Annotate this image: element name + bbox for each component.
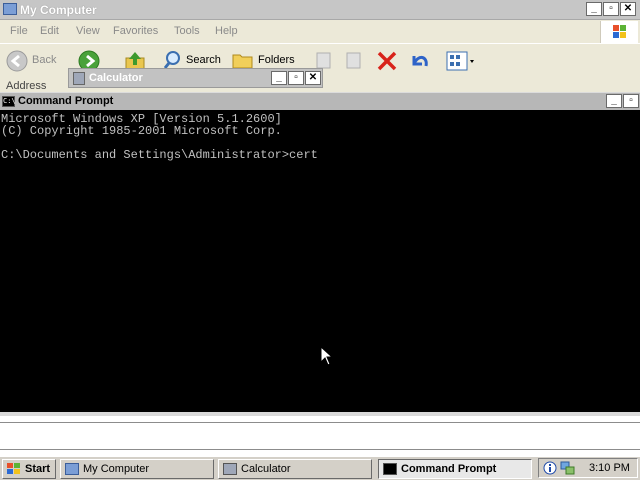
background-window-area [0, 412, 640, 456]
folders-icon[interactable] [232, 51, 254, 69]
search-icon[interactable] [164, 50, 184, 70]
my-computer-icon [65, 463, 79, 475]
delete-icon[interactable] [376, 50, 398, 72]
command-prompt-title: Command Prompt [18, 95, 114, 107]
calculator-titlebar[interactable]: Calculator _ ▫ ✕ [68, 68, 323, 88]
cmd-icon [383, 463, 397, 475]
search-label[interactable]: Search [186, 54, 221, 66]
address-label: Address [6, 80, 47, 92]
windows-logo-icon [613, 25, 626, 38]
undo-icon[interactable] [408, 50, 430, 72]
maximize-button[interactable]: ▫ [603, 2, 619, 16]
menu-edit[interactable]: Edit [40, 25, 59, 37]
taskbar-item-label: Calculator [241, 463, 291, 475]
back-arrow-icon[interactable] [6, 50, 28, 72]
calculator-close-button[interactable]: ✕ [305, 71, 321, 85]
console-line: (C) Copyright 1985-2001 Microsoft Corp. [1, 124, 282, 138]
calculator-icon [223, 463, 237, 475]
my-computer-icon [3, 3, 17, 15]
cmd-icon: C:\ [2, 96, 16, 107]
menu-tools[interactable]: Tools [174, 25, 200, 37]
move-to-icon[interactable] [314, 50, 334, 70]
copy-to-icon[interactable] [344, 50, 364, 70]
info-icon[interactable] [543, 461, 557, 476]
menu-file[interactable]: File [10, 25, 28, 37]
calculator-icon [73, 72, 85, 85]
windows-flag-icon [600, 21, 638, 43]
menu-favorites[interactable]: Favorites [113, 25, 158, 37]
menu-bar: File Edit View Favorites Tools Help [0, 20, 640, 43]
console-output[interactable]: Microsoft Windows XP [Version 5.1.2600] … [0, 110, 640, 412]
close-button[interactable]: ✕ [620, 2, 636, 16]
taskbar-item-label: Command Prompt [401, 463, 497, 475]
command-prompt-titlebar[interactable]: C:\ Command Prompt _ ▫ [0, 92, 640, 110]
start-label: Start [25, 463, 51, 475]
mouse-cursor-icon [320, 346, 334, 366]
back-label[interactable]: Back [32, 54, 56, 66]
calculator-maximize-button[interactable]: ▫ [288, 71, 304, 85]
background-window-panel [0, 422, 640, 450]
taskbar-item-label: My Computer [83, 463, 150, 475]
cmd-minimize-button[interactable]: _ [606, 94, 622, 108]
windows-logo-icon [7, 463, 20, 474]
network-icon[interactable] [560, 461, 576, 476]
cmd-maximize-button[interactable]: ▫ [623, 94, 639, 108]
taskbar-item-calculator[interactable]: Calculator [218, 459, 372, 479]
menu-help[interactable]: Help [215, 25, 238, 37]
my-computer-title: My Computer [20, 3, 97, 17]
minimize-button[interactable]: _ [586, 2, 602, 16]
taskbar-item-my-computer[interactable]: My Computer [60, 459, 214, 479]
system-tray: 3:10 PM [538, 458, 638, 478]
my-computer-titlebar[interactable]: My Computer _ ▫ ✕ [0, 0, 640, 20]
views-icon[interactable] [446, 50, 476, 72]
clock: 3:10 PM [589, 462, 630, 474]
calculator-minimize-button[interactable]: _ [271, 71, 287, 85]
start-button[interactable]: Start [2, 459, 56, 479]
calculator-title: Calculator [89, 72, 143, 84]
folders-label[interactable]: Folders [258, 54, 295, 66]
menu-view[interactable]: View [76, 25, 100, 37]
taskbar-item-command-prompt[interactable]: Command Prompt [378, 459, 532, 479]
console-prompt-line[interactable]: C:\Documents and Settings\Administrator>… [1, 149, 318, 161]
